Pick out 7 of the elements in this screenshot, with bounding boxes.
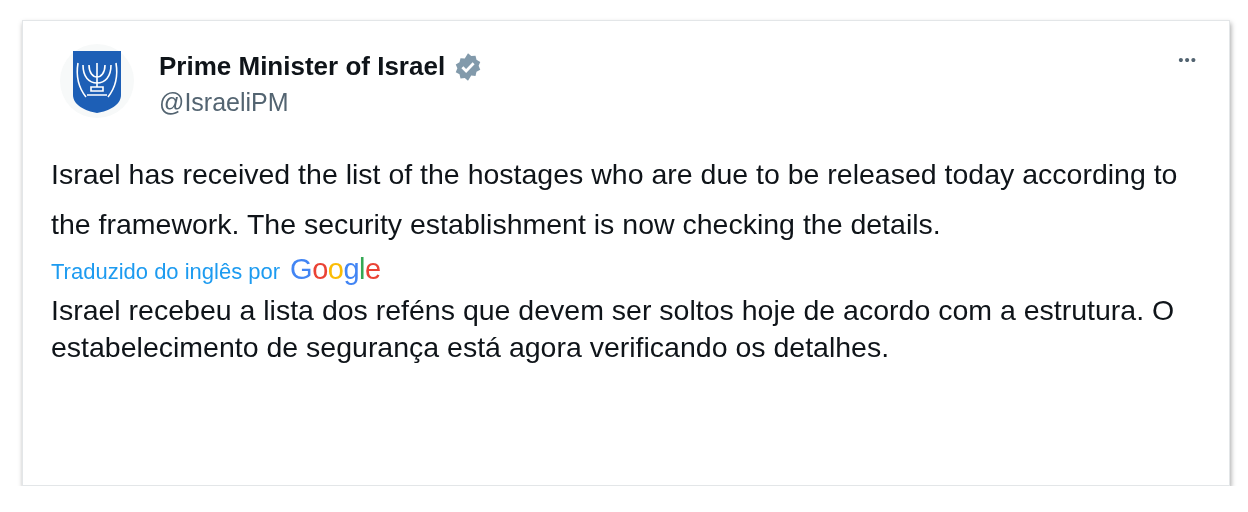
author-name[interactable]: Prime Minister of Israel [159, 51, 446, 82]
translated-text: Israel recebeu a lista dos reféns que devem ser soltos hoje de acordo com a estrutura. O estabelecimento de segurança está agora verificando os detalhes. [51, 293, 1176, 365]
more-button[interactable]: ••• [1174, 47, 1201, 72]
emblem-avatar[interactable] [59, 43, 135, 119]
google-logo: Google [290, 253, 381, 286]
post-text: Israel has received the list of the hostages who are due to be released today according to the framework. The security establishment is now checking the details. [51, 157, 1179, 242]
author-handle[interactable]: @IsraeliPM [159, 88, 1151, 117]
